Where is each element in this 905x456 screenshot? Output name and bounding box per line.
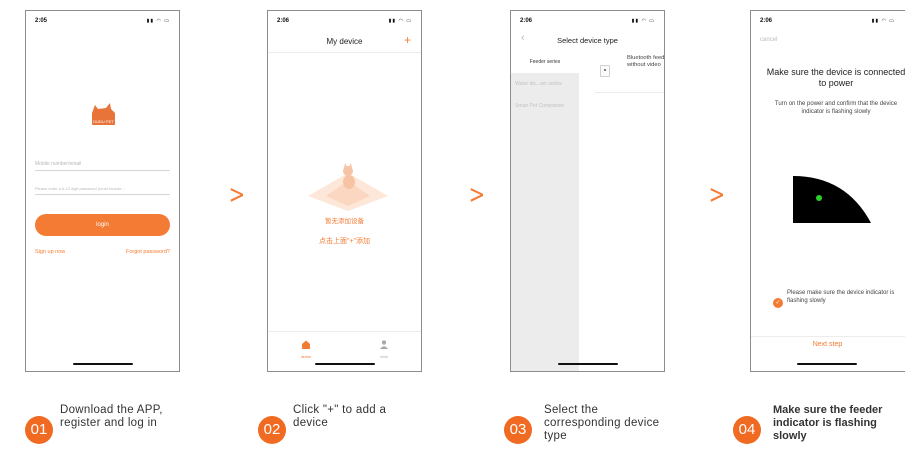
status-time: 2:06 [277,18,290,24]
divider [268,52,421,53]
step-number-badge: 01 [25,416,53,444]
login-screen: 2:05 ▮▮ ◠ ▭ DUDU PET Mobile number/email… [25,10,180,372]
empty-cat-illustration [308,151,388,216]
forgot-password-link[interactable]: Forgot password? [126,249,170,255]
status-time: 2:06 [520,18,533,24]
home-indicator [72,363,133,365]
select-device-type-screen: 2:06 ▮▮ ◠ ▭ ‹ Select device type Feeder … [510,10,665,372]
arrow-icon: > [228,180,246,210]
home-icon [302,340,310,349]
step-text: Make sure the feeder indicator is flashin… [773,404,883,442]
tab-bar: device mine [268,331,421,359]
category-item[interactable]: Smart Pet Companion [511,95,579,117]
step-text: Click "+" to add a device [293,404,387,429]
page-title: Select device type [557,36,618,45]
step-text: Select the corresponding device type [544,404,660,442]
category-sidebar: Feeder series Water dis...ser series Sma… [511,51,579,371]
category-item[interactable]: Water dis...ser series [511,73,579,95]
dudu-pet-logo: DUDU PET [86,97,121,133]
status-icons: ▮▮ ◠ ▭ [631,18,655,24]
status-icons: ▮▮ ◠ ▭ [146,18,170,24]
next-step-button[interactable]: Next step [751,341,904,348]
checkbox-checked-icon[interactable]: ✓ [773,298,783,308]
home-indicator [797,363,857,365]
feeder-icon [600,65,610,77]
status-icons: ▮▮ ◠ ▭ [388,18,412,24]
arrow-icon: > [468,180,486,210]
status-time: 2:05 [35,18,48,24]
status-time: 2:06 [760,18,773,24]
my-device-screen: 2:06 ▮▮ ◠ ▭ My device + 暂无添加设备 点击上面"+"添加… [267,10,422,372]
confirm-power-screen: 2:06 ▮▮ ◠ ▭ cancel Make sure the device … [750,10,905,372]
device-name: Bluetooth feeder without video [627,55,665,68]
step-number-badge: 03 [504,416,532,444]
home-indicator [557,363,618,365]
device-item[interactable]: Bluetooth feeder without video [595,53,665,93]
cancel-button[interactable]: cancel [760,37,777,43]
tab-device[interactable]: device [296,336,316,359]
add-device-button[interactable]: + [404,33,411,47]
device-indicator-illustration [791,173,876,233]
home-indicator [314,363,375,365]
tab-label: mine [380,355,388,359]
sign-up-link[interactable]: Sign up now [35,249,65,255]
instruction-subtitle: Turn on the power and confirm that the d… [774,101,898,115]
instruction-title: Make sure the device is connected to pow… [766,67,905,88]
page-title: My device [326,37,363,46]
tab-mine[interactable]: mine [374,336,394,359]
arrow-icon: > [708,180,726,210]
step-number-badge: 02 [258,416,286,444]
tab-label: device [300,355,312,359]
step-text: Download the APP, register and log in [60,404,163,429]
empty-message: 暂无添加设备 [325,218,364,225]
confirm-checkbox-label: Please make sure the device indicator is… [787,290,895,304]
empty-hint: 点击上面"+"添加 [318,238,371,245]
user-icon [380,340,388,349]
mobile-input[interactable]: Mobile number/email [35,161,170,171]
password-input[interactable]: Please enter a 6-12 digit password (must… [35,186,170,195]
category-item[interactable]: Feeder series [511,51,579,73]
login-button[interactable]: login [35,214,170,236]
step-number-badge: 04 [733,416,761,444]
status-icons: ▮▮ ◠ ▭ [871,18,895,24]
divider [751,336,905,337]
logo-text: DUDU PET [93,119,114,124]
